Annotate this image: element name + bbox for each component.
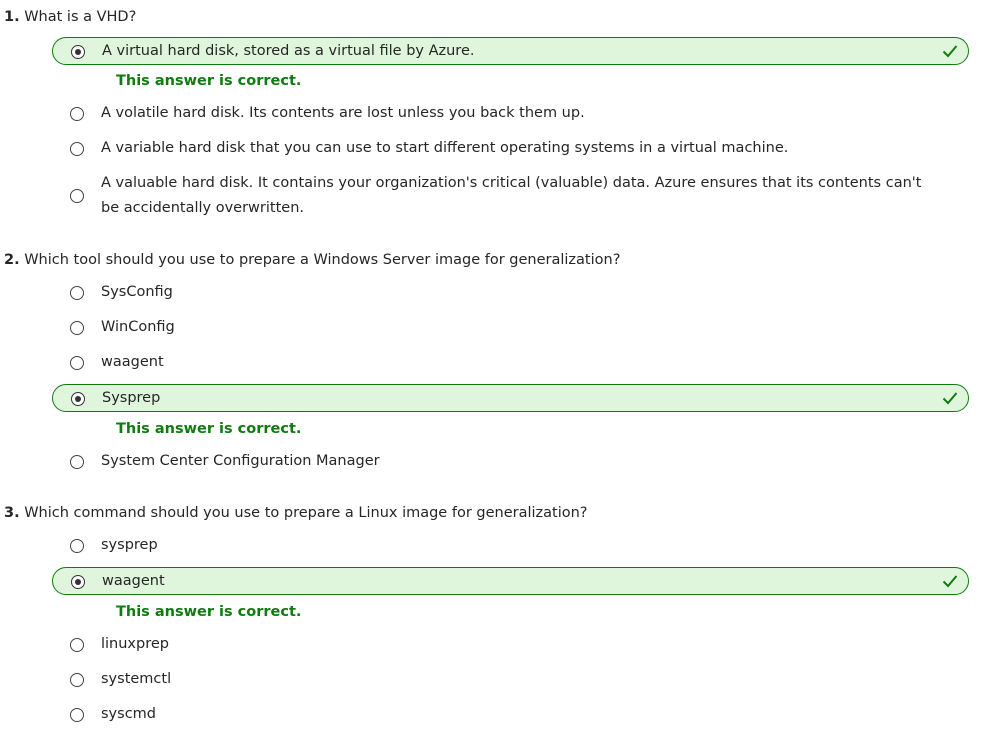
question-text: Which tool should you use to prepare a W… (24, 252, 621, 268)
question-3-option-1[interactable]: sysprep (52, 532, 969, 560)
checkmark-icon (942, 392, 958, 405)
option-label: waagent (101, 354, 164, 370)
question-2-option-4[interactable]: Sysprep (52, 384, 969, 412)
question-2-title: 2. Which tool should you use to prepare … (4, 250, 620, 270)
question-number: 1. (4, 9, 20, 25)
question-1-option-1[interactable]: A virtual hard disk, stored as a virtual… (52, 37, 969, 65)
radio-icon[interactable] (70, 286, 84, 300)
question-text: Which command should you use to prepare … (24, 505, 588, 521)
correct-feedback: This answer is correct. (116, 421, 302, 437)
question-2-option-3[interactable]: waagent (52, 349, 969, 377)
option-label: A virtual hard disk, stored as a virtual… (102, 43, 475, 59)
radio-selected-icon[interactable] (71, 575, 85, 589)
radio-icon[interactable] (70, 107, 84, 121)
radio-icon[interactable] (70, 356, 84, 370)
correct-feedback: This answer is correct. (116, 73, 302, 89)
question-1-option-3[interactable]: A variable hard disk that you can use to… (52, 135, 969, 163)
question-3-option-3[interactable]: linuxprep (52, 631, 969, 659)
question-1-title: 1. What is a VHD? (4, 7, 136, 27)
question-1-option-2[interactable]: A volatile hard disk. Its contents are l… (52, 100, 969, 128)
option-label: System Center Configuration Manager (101, 453, 380, 469)
radio-icon[interactable] (70, 539, 84, 553)
checkmark-icon (942, 45, 958, 58)
option-label: systemctl (101, 671, 172, 687)
option-label: A valuable hard disk. It contains your o… (101, 175, 922, 216)
radio-icon[interactable] (70, 673, 84, 687)
radio-icon[interactable] (70, 708, 84, 722)
radio-icon[interactable] (70, 638, 84, 652)
radio-selected-icon[interactable] (71, 45, 85, 59)
question-3-title: 3. Which command should you use to prepa… (4, 503, 588, 523)
option-label: syscmd (101, 706, 156, 722)
option-label: A volatile hard disk. Its contents are l… (101, 105, 585, 121)
question-3-option-4[interactable]: systemctl (52, 666, 969, 694)
radio-icon[interactable] (70, 142, 84, 156)
question-3-option-5[interactable]: syscmd (52, 701, 969, 729)
question-1-option-4[interactable]: A valuable hard disk. It contains your o… (52, 170, 969, 222)
radio-icon[interactable] (70, 189, 84, 203)
option-label: WinConfig (101, 319, 175, 335)
option-label: waagent (102, 573, 165, 589)
radio-icon[interactable] (70, 455, 84, 469)
question-text: What is a VHD? (24, 9, 137, 25)
question-2-option-5[interactable]: System Center Configuration Manager (52, 448, 969, 476)
question-2-option-1[interactable]: SysConfig (52, 279, 969, 307)
question-3-option-2[interactable]: waagent (52, 567, 969, 595)
option-label: linuxprep (101, 636, 169, 652)
option-label: SysConfig (101, 284, 173, 300)
option-label: Sysprep (102, 390, 161, 406)
question-2-option-2[interactable]: WinConfig (52, 314, 969, 342)
radio-selected-icon[interactable] (71, 392, 85, 406)
question-number: 3. (4, 505, 20, 521)
correct-feedback: This answer is correct. (116, 604, 302, 620)
radio-icon[interactable] (70, 321, 84, 335)
checkmark-icon (942, 575, 958, 588)
question-number: 2. (4, 252, 20, 268)
option-label: sysprep (101, 537, 158, 553)
option-label: A variable hard disk that you can use to… (101, 140, 789, 156)
